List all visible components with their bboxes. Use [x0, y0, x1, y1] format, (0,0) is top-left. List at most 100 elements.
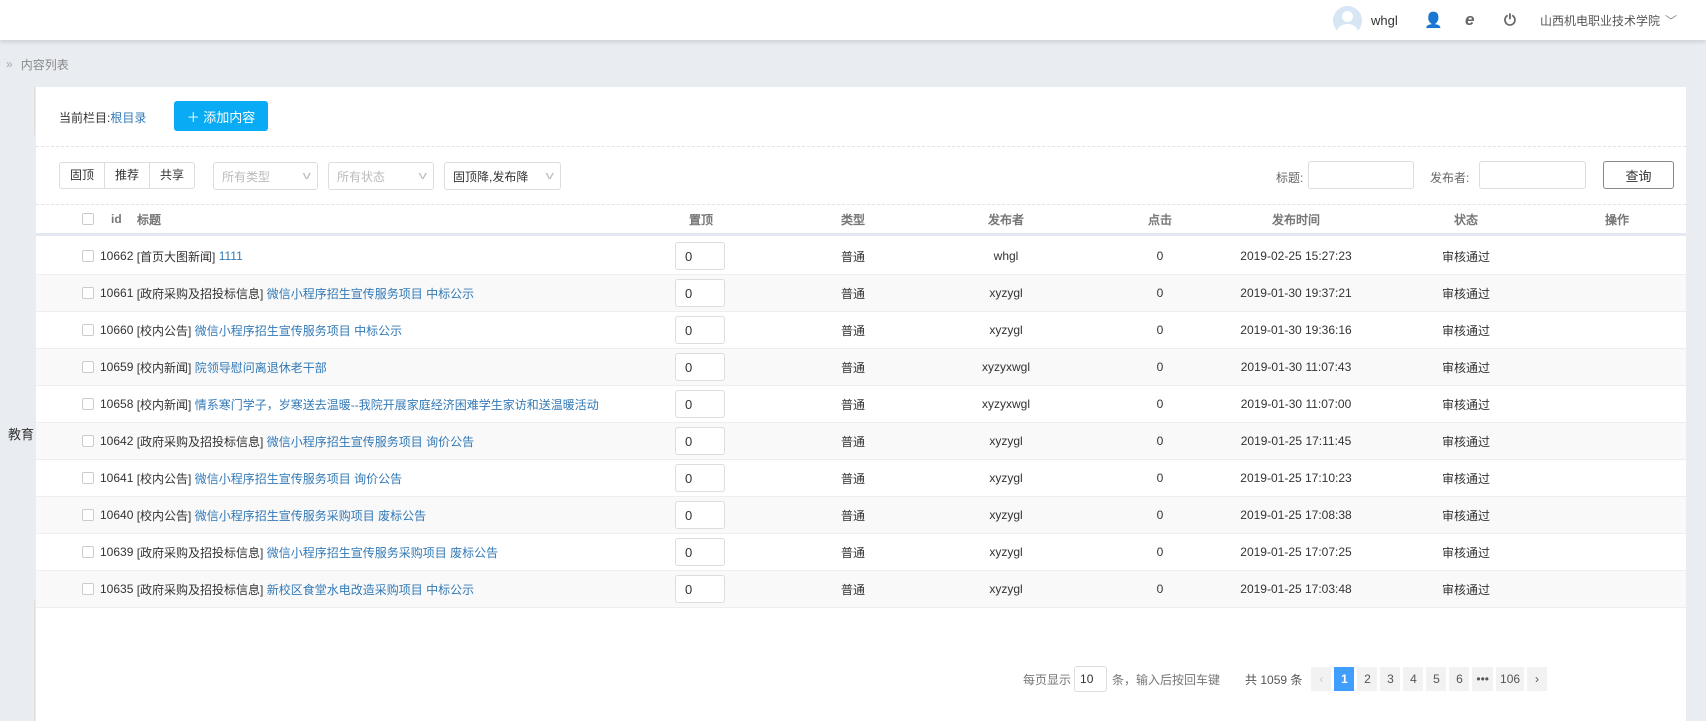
title-input[interactable]: [1308, 161, 1414, 189]
row-checkbox[interactable]: [82, 250, 94, 262]
top-order-input[interactable]: 0: [675, 353, 725, 381]
top-order-input[interactable]: 0: [675, 575, 725, 603]
prev-page-button[interactable]: ‹: [1311, 667, 1332, 691]
page-button[interactable]: 1: [1334, 667, 1355, 691]
row-title-link[interactable]: 微信小程序招生宣传服务项目 询价公告: [267, 433, 474, 450]
row-title-link[interactable]: 新校区食堂水电改造采购项目 中标公示: [267, 581, 474, 598]
row-clicks: 0: [1156, 249, 1164, 263]
avatar[interactable]: [1333, 0, 1362, 40]
page-button[interactable]: 6: [1449, 667, 1470, 691]
row-status: 审核通过: [1441, 508, 1491, 523]
power-icon[interactable]: ⏻: [1504, 0, 1516, 40]
row-category: [校内公告]: [136, 508, 192, 523]
row-status: 审核通过: [1441, 249, 1491, 264]
add-content-button[interactable]: ＋ 添加内容: [174, 101, 268, 131]
table-row: 10662 [首页大图新闻] 1111 0 普通 whgl 0 2019-02-…: [36, 238, 1686, 275]
row-time: 2019-01-25 17:08:38: [1240, 508, 1352, 522]
filter-shared-button[interactable]: 共享: [150, 163, 194, 188]
row-category: [政府采购及招投标信息]: [136, 286, 264, 301]
row-status: 审核通过: [1441, 286, 1491, 301]
per-page-label: 每页显示: [1023, 672, 1072, 687]
row-title-link[interactable]: 微信小程序招生宣传服务项目 询价公告: [195, 470, 402, 487]
table-row: 10635 [政府采购及招投标信息] 新校区食堂水电改造采购项目 中标公示 0 …: [36, 571, 1686, 608]
next-page-button[interactable]: ›: [1527, 667, 1548, 691]
row-title-link[interactable]: 1111: [219, 249, 243, 263]
top-order-input[interactable]: 0: [675, 242, 725, 270]
row-checkbox[interactable]: [82, 287, 94, 299]
col-time: 发布时间: [1271, 212, 1321, 227]
row-time: 2019-01-25 17:03:48: [1240, 582, 1352, 596]
page-button[interactable]: •••: [1472, 667, 1494, 691]
row-type: 普通: [840, 360, 866, 375]
row-checkbox[interactable]: [82, 546, 94, 558]
table-header: id 标题 置顶 类型 发布者 点击 发布时间 状态 操作: [36, 205, 1686, 236]
top-order-input[interactable]: 0: [675, 464, 725, 492]
top-order-input[interactable]: 0: [675, 390, 725, 418]
row-category: [首页大图新闻]: [136, 249, 216, 264]
row-checkbox[interactable]: [82, 361, 94, 373]
chevron-down-icon: v: [545, 170, 554, 182]
title-label: 标题:: [1276, 171, 1304, 185]
row-category: [政府采购及招投标信息]: [136, 582, 264, 597]
row-clicks: 0: [1156, 397, 1164, 411]
col-status: 状态: [1453, 212, 1479, 227]
row-publisher: xyzygl: [989, 545, 1023, 559]
row-checkbox[interactable]: [82, 435, 94, 447]
user-edit-icon[interactable]: 👤: [1424, 0, 1443, 40]
top-order-input[interactable]: 0: [675, 427, 725, 455]
row-title-link[interactable]: 微信小程序招生宣传服务采购项目 废标公告: [195, 507, 426, 524]
row-title-link[interactable]: 情系寒门学子，岁寒送去温暖--我院开展家庭经济困难学生家访和送温暖活动: [195, 396, 599, 413]
row-title-link[interactable]: 微信小程序招生宣传服务采购项目 废标公告: [267, 544, 498, 561]
filter-recommend-button[interactable]: 推荐: [105, 163, 151, 188]
row-id: 10641: [100, 471, 134, 485]
type-select[interactable]: 所有类型 v: [213, 162, 318, 190]
breadcrumb-item[interactable]: 内容列表: [21, 56, 69, 73]
row-publisher: xyzygl: [989, 471, 1023, 485]
page-button[interactable]: 4: [1403, 667, 1424, 691]
table-row: 10661 [政府采购及招投标信息] 微信小程序招生宣传服务项目 中标公示 0 …: [36, 275, 1686, 312]
row-status: 审核通过: [1441, 323, 1491, 338]
ie-browser-icon[interactable]: e: [1465, 0, 1474, 40]
per-page-input[interactable]: 10: [1074, 666, 1108, 692]
top-order-input[interactable]: 0: [675, 316, 725, 344]
filter-sticky-button[interactable]: 固顶: [60, 163, 106, 188]
row-checkbox[interactable]: [82, 324, 94, 336]
row-checkbox[interactable]: [82, 472, 94, 484]
row-clicks: 0: [1156, 582, 1164, 596]
top-header: whgl 👤 e ⏻ 山西机电职业技术学院 ﹀: [0, 0, 1706, 40]
row-checkbox[interactable]: [82, 583, 94, 595]
row-checkbox[interactable]: [82, 398, 94, 410]
sidebar-fragment[interactable]: 教育: [0, 424, 34, 443]
row-time: 2019-01-30 11:07:43: [1240, 360, 1352, 374]
row-id: 10640: [100, 508, 134, 522]
divider: [34, 87, 35, 135]
row-publisher: xyzygl: [989, 286, 1023, 300]
row-checkbox[interactable]: [82, 509, 94, 521]
row-id: 10635: [100, 582, 134, 596]
top-order-input[interactable]: 0: [675, 279, 725, 307]
current-column-value[interactable]: 根目录: [110, 111, 146, 125]
org-switcher[interactable]: 山西机电职业技术学院 ﹀: [1540, 0, 1677, 40]
row-title-link[interactable]: 微信小程序招生宣传服务项目 中标公示: [195, 322, 402, 339]
page-button[interactable]: 2: [1357, 667, 1378, 691]
divider: [34, 600, 35, 721]
row-status: 审核通过: [1441, 582, 1491, 597]
total-count: 共 1059 条: [1245, 672, 1303, 687]
publisher-input[interactable]: [1479, 161, 1586, 189]
page-button[interactable]: 3: [1380, 667, 1401, 691]
top-order-input[interactable]: 0: [675, 538, 725, 566]
username[interactable]: whgl: [1371, 0, 1398, 40]
select-all-checkbox[interactable]: [82, 213, 94, 225]
top-order-input[interactable]: 0: [675, 501, 725, 529]
status-select[interactable]: 所有状态 v: [328, 162, 434, 190]
col-title: 标题: [137, 212, 162, 227]
page-button[interactable]: 106: [1496, 667, 1525, 691]
row-clicks: 0: [1156, 360, 1164, 374]
page-button[interactable]: 5: [1426, 667, 1447, 691]
row-title-link[interactable]: 微信小程序招生宣传服务项目 中标公示: [267, 285, 474, 302]
row-title-link[interactable]: 院领导慰问离退休老干部: [195, 359, 327, 376]
row-publisher: xyzygl: [989, 434, 1023, 448]
col-id[interactable]: id: [111, 205, 122, 233]
query-button[interactable]: 查询: [1603, 161, 1674, 189]
sort-select[interactable]: 固顶降,发布降 v: [444, 162, 561, 190]
